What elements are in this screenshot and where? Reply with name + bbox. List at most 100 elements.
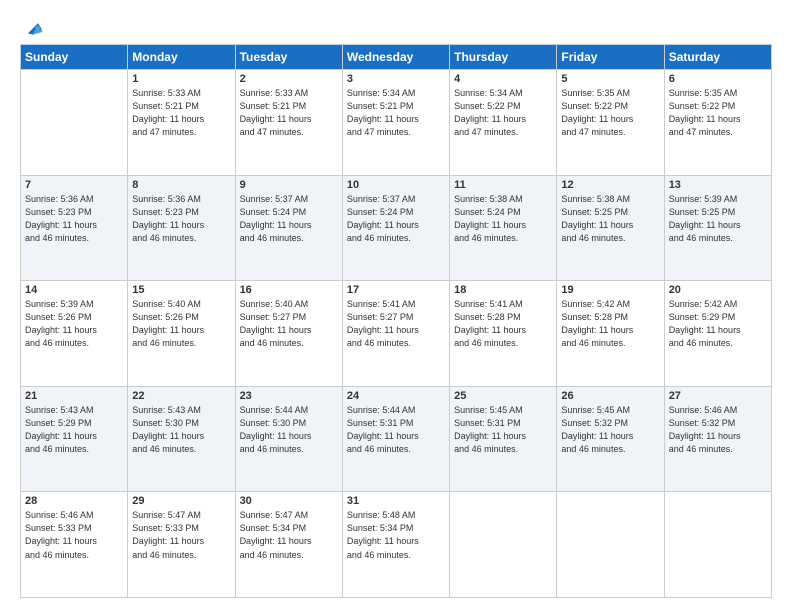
week-row-4: 21 Sunrise: 5:43 AMSunset: 5:29 PMDayligh… [21,386,772,492]
col-monday: Monday [128,45,235,70]
calendar-cell: 30 Sunrise: 5:47 AMSunset: 5:34 PMDayligh… [235,492,342,598]
day-number: 6 [669,73,767,85]
day-info: Sunrise: 5:35 AMSunset: 5:22 PMDaylight:… [669,87,767,139]
day-info: Sunrise: 5:33 AMSunset: 5:21 PMDaylight:… [240,87,338,139]
calendar-cell: 9 Sunrise: 5:37 AMSunset: 5:24 PMDaylight… [235,175,342,281]
calendar-cell: 27 Sunrise: 5:46 AMSunset: 5:32 PMDayligh… [664,386,771,492]
calendar-cell: 15Sunrise: 5:40 AMSunset: 5:26 PMDayligh… [128,281,235,387]
day-number: 23 [240,390,338,402]
day-info: Sunrise: 5:47 AMSunset: 5:33 PMDaylight:… [132,509,230,561]
calendar-table: Sunday Monday Tuesday Wednesday Thursday… [20,44,772,598]
day-number: 16 [240,284,338,296]
calendar-cell [450,492,557,598]
day-info: Sunrise: 5:34 AMSunset: 5:21 PMDaylight:… [347,87,445,139]
day-info: Sunrise: 5:35 AMSunset: 5:22 PMDaylight:… [561,87,659,139]
calendar-cell: 8 Sunrise: 5:36 AMSunset: 5:23 PMDaylight… [128,175,235,281]
calendar-cell: 20Sunrise: 5:42 AMSunset: 5:29 PMDayligh… [664,281,771,387]
calendar-cell: 1 Sunrise: 5:33 AMSunset: 5:21 PMDaylight… [128,70,235,176]
day-number: 11 [454,179,552,191]
day-info: Sunrise: 5:46 AMSunset: 5:32 PMDaylight:… [669,404,767,456]
day-number: 8 [132,179,230,191]
day-info: Sunrise: 5:47 AMSunset: 5:34 PMDaylight:… [240,509,338,561]
page: Sunday Monday Tuesday Wednesday Thursday… [0,0,792,612]
calendar-cell: 25 Sunrise: 5:45 AMSunset: 5:31 PMDayligh… [450,386,557,492]
day-number: 10 [347,179,445,191]
day-info: Sunrise: 5:42 AMSunset: 5:28 PMDaylight:… [561,298,659,350]
calendar-cell: 19 Sunrise: 5:42 AMSunset: 5:28 PMDayligh… [557,281,664,387]
day-number: 29 [132,495,230,507]
day-number: 1 [132,73,230,85]
day-number: 20 [669,284,767,296]
day-info: Sunrise: 5:40 AMSunset: 5:27 PMDaylight:… [240,298,338,350]
day-number: 18 [454,284,552,296]
day-number: 5 [561,73,659,85]
calendar-cell: 13 Sunrise: 5:39 AMSunset: 5:25 PMDayligh… [664,175,771,281]
day-number: 15 [132,284,230,296]
day-info: Sunrise: 5:36 AMSunset: 5:23 PMDaylight:… [132,193,230,245]
day-info: Sunrise: 5:39 AMSunset: 5:26 PMDaylight:… [25,298,123,350]
week-row-5: 28Sunrise: 5:46 AMSunset: 5:33 PMDayligh… [21,492,772,598]
day-number: 21 [25,390,123,402]
logo-icon [22,18,44,40]
day-info: Sunrise: 5:44 AMSunset: 5:31 PMDaylight:… [347,404,445,456]
day-number: 28 [25,495,123,507]
calendar-cell: 28Sunrise: 5:46 AMSunset: 5:33 PMDayligh… [21,492,128,598]
day-number: 12 [561,179,659,191]
day-info: Sunrise: 5:33 AMSunset: 5:21 PMDaylight:… [132,87,230,139]
calendar-cell: 7Sunrise: 5:36 AMSunset: 5:23 PMDaylight… [21,175,128,281]
day-info: Sunrise: 5:38 AMSunset: 5:25 PMDaylight:… [561,193,659,245]
week-row-3: 14 Sunrise: 5:39 AMSunset: 5:26 PMDayligh… [21,281,772,387]
calendar-cell [664,492,771,598]
calendar-cell: 14 Sunrise: 5:39 AMSunset: 5:26 PMDayligh… [21,281,128,387]
day-number: 3 [347,73,445,85]
day-info: Sunrise: 5:38 AMSunset: 5:24 PMDaylight:… [454,193,552,245]
day-number: 14 [25,284,123,296]
day-number: 26 [561,390,659,402]
day-info: Sunrise: 5:48 AMSunset: 5:34 PMDaylight:… [347,509,445,561]
day-number: 17 [347,284,445,296]
calendar-cell: 24 Sunrise: 5:44 AMSunset: 5:31 PMDayligh… [342,386,449,492]
day-number: 31 [347,495,445,507]
day-info: Sunrise: 5:37 AMSunset: 5:24 PMDaylight:… [240,193,338,245]
day-info: Sunrise: 5:39 AMSunset: 5:25 PMDaylight:… [669,193,767,245]
header-row: Sunday Monday Tuesday Wednesday Thursday… [21,45,772,70]
col-thursday: Thursday [450,45,557,70]
day-number: 2 [240,73,338,85]
calendar-cell: 29 Sunrise: 5:47 AMSunset: 5:33 PMDayligh… [128,492,235,598]
day-info: Sunrise: 5:44 AMSunset: 5:30 PMDaylight:… [240,404,338,456]
col-friday: Friday [557,45,664,70]
day-number: 27 [669,390,767,402]
calendar-cell [557,492,664,598]
calendar-cell: 6 Sunrise: 5:35 AMSunset: 5:22 PMDaylight… [664,70,771,176]
calendar-cell: 23 Sunrise: 5:44 AMSunset: 5:30 PMDayligh… [235,386,342,492]
calendar-cell: 3 Sunrise: 5:34 AMSunset: 5:21 PMDaylight… [342,70,449,176]
calendar-cell: 21 Sunrise: 5:43 AMSunset: 5:29 PMDayligh… [21,386,128,492]
day-number: 7 [25,179,123,191]
day-number: 13 [669,179,767,191]
day-number: 24 [347,390,445,402]
calendar-cell: 10Sunrise: 5:37 AMSunset: 5:24 PMDayligh… [342,175,449,281]
header [20,18,772,38]
calendar-cell: 18 Sunrise: 5:41 AMSunset: 5:28 PMDayligh… [450,281,557,387]
day-number: 25 [454,390,552,402]
calendar-cell: 12 Sunrise: 5:38 AMSunset: 5:25 PMDayligh… [557,175,664,281]
col-tuesday: Tuesday [235,45,342,70]
calendar-cell: 17 Sunrise: 5:41 AMSunset: 5:27 PMDayligh… [342,281,449,387]
day-info: Sunrise: 5:41 AMSunset: 5:27 PMDaylight:… [347,298,445,350]
day-info: Sunrise: 5:43 AMSunset: 5:30 PMDaylight:… [132,404,230,456]
calendar-cell: 11 Sunrise: 5:38 AMSunset: 5:24 PMDayligh… [450,175,557,281]
calendar-cell [21,70,128,176]
day-info: Sunrise: 5:45 AMSunset: 5:31 PMDaylight:… [454,404,552,456]
calendar-cell: 26Sunrise: 5:45 AMSunset: 5:32 PMDayligh… [557,386,664,492]
day-info: Sunrise: 5:41 AMSunset: 5:28 PMDaylight:… [454,298,552,350]
day-number: 4 [454,73,552,85]
day-number: 19 [561,284,659,296]
day-info: Sunrise: 5:43 AMSunset: 5:29 PMDaylight:… [25,404,123,456]
calendar-cell: 16 Sunrise: 5:40 AMSunset: 5:27 PMDayligh… [235,281,342,387]
day-number: 9 [240,179,338,191]
day-number: 30 [240,495,338,507]
calendar-cell: 5 Sunrise: 5:35 AMSunset: 5:22 PMDaylight… [557,70,664,176]
col-saturday: Saturday [664,45,771,70]
week-row-1: 1 Sunrise: 5:33 AMSunset: 5:21 PMDaylight… [21,70,772,176]
calendar-cell: 2 Sunrise: 5:33 AMSunset: 5:21 PMDaylight… [235,70,342,176]
